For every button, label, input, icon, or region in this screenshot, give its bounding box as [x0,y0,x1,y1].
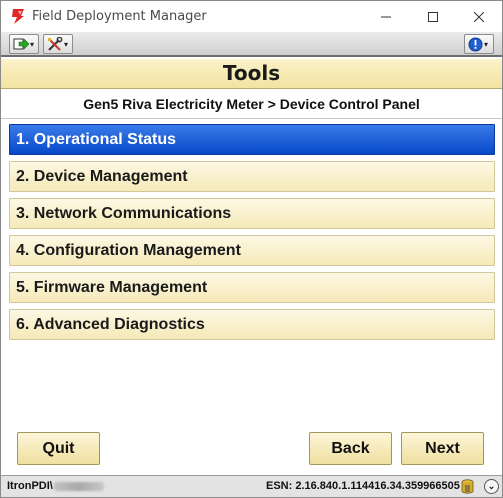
menu-item-operational-status[interactable]: 1. Operational Status [9,124,495,155]
menu-item-label: 6. Advanced Diagnostics [16,315,205,333]
toolbar: ▾ ▾ ▾ [1,32,502,57]
menu-item-configuration-management[interactable]: 4. Configuration Management [9,235,495,266]
export-arrow-icon [13,38,29,50]
menu-item-firmware-management[interactable]: 5. Firmware Management [9,272,495,303]
menu-item-device-management[interactable]: 2. Device Management [9,161,495,192]
maximize-button[interactable] [410,1,456,32]
info-menu-button[interactable]: ▾ [464,34,494,54]
next-button[interactable]: Next [401,432,484,465]
menu-item-network-communications[interactable]: 3. Network Communications [9,198,495,229]
app-logo-icon [12,9,24,24]
title-bar: Field Deployment Manager [1,1,502,32]
breadcrumb: Gen5 Riva Electricity Meter > Device Con… [1,90,502,119]
app-window: Field Deployment Manager ▾ ▾ ▾ Tools Gen… [0,0,503,498]
quit-button[interactable]: Quit [17,432,100,465]
breadcrumb-text: Gen5 Riva Electricity Meter > Device Con… [83,96,420,112]
dropdown-caret-icon: ▾ [484,39,489,49]
menu-item-label: 1. Operational Status [16,130,177,148]
redacted-username [53,481,104,491]
page-title: Tools [222,61,281,85]
menu-item-label: 5. Firmware Management [16,278,208,296]
close-icon [474,11,484,22]
window-title: Field Deployment Manager [32,9,207,24]
menu-list: 1. Operational Status 2. Device Manageme… [1,119,502,421]
status-expand-button[interactable]: ⌄ [484,479,499,494]
status-user-prefix: ItronPDI\ [7,480,53,492]
status-esn: ESN: 2.16.840.1.114416.34.359966505 [266,480,460,492]
menu-item-label: 4. Configuration Management [16,241,241,259]
minimize-button[interactable] [363,1,409,32]
tools-menu-button[interactable]: ▾ [43,34,73,54]
back-button[interactable]: Back [309,432,392,465]
database-icon [461,479,474,494]
menu-item-advanced-diagnostics[interactable]: 6. Advanced Diagnostics [9,309,495,340]
status-user: ItronPDI\ [7,480,104,492]
tools-header: Tools [1,59,502,89]
info-icon [468,37,483,51]
tools-wrench-icon [48,36,63,51]
menu-item-label: 3. Network Communications [16,204,232,222]
menu-item-label: 2. Device Management [16,167,188,185]
export-menu-button[interactable]: ▾ [9,34,39,54]
close-button[interactable] [456,1,502,32]
dropdown-caret-icon: ▾ [64,39,69,49]
minimize-icon [381,16,391,17]
dropdown-caret-icon: ▾ [30,39,35,49]
status-bar: ItronPDI\ ESN: 2.16.840.1.114416.34.3599… [1,475,502,497]
maximize-icon [428,11,438,22]
